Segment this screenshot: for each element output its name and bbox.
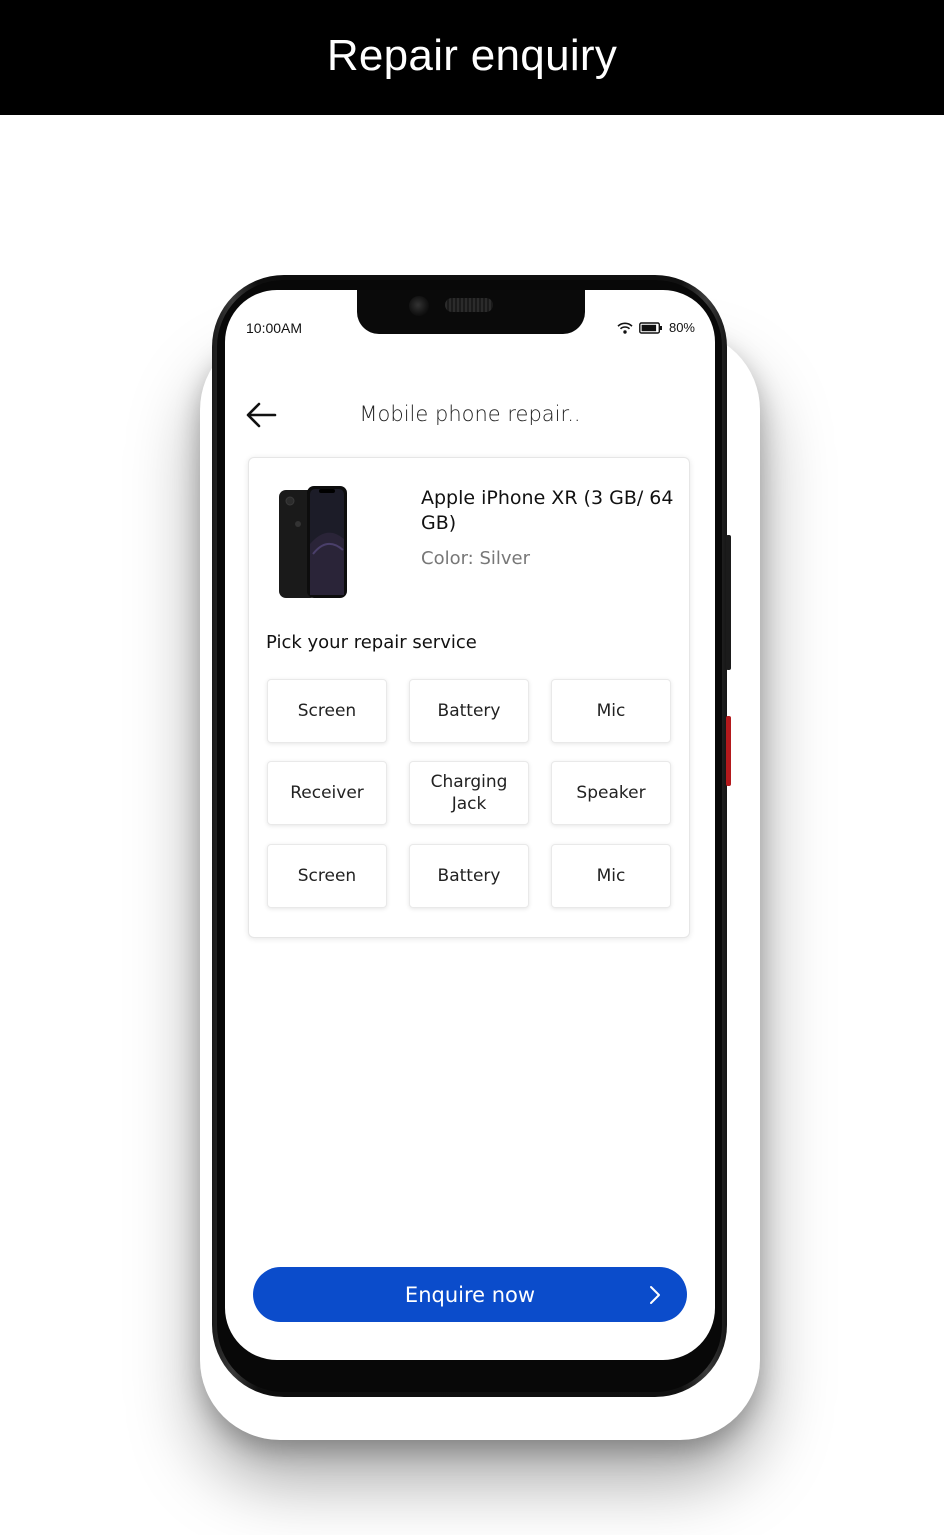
- product-name: Apple iPhone XR (3 GB/ 64 GB): [421, 487, 674, 534]
- enquire-now-button[interactable]: Enquire now: [253, 1267, 687, 1322]
- page-banner: Repair enquiry: [0, 0, 944, 115]
- service-option-mic[interactable]: Mic: [551, 679, 671, 743]
- phone-power-button: [726, 716, 731, 786]
- phone-screen: 10:00AM 80% Mobile phone repair.. Apple …: [225, 290, 715, 1360]
- camera-icon: [409, 296, 429, 316]
- service-option-battery[interactable]: Battery: [409, 679, 529, 743]
- phone-notch: [357, 290, 585, 334]
- product-card: Apple iPhone XR (3 GB/ 64 GB) Color: Sil…: [248, 457, 690, 938]
- status-indicators: 80%: [617, 320, 695, 335]
- service-option-charging-jack[interactable]: Charging Jack: [409, 761, 529, 825]
- status-time: 10:00AM: [246, 320, 303, 336]
- app-header: Mobile phone repair..: [225, 390, 715, 440]
- phone-volume-button: [726, 535, 731, 670]
- service-option-speaker[interactable]: Speaker: [551, 761, 671, 825]
- banner-title: Repair enquiry: [326, 30, 618, 80]
- enquire-now-label: Enquire now: [404, 1282, 536, 1307]
- earpiece-speaker: [445, 298, 493, 312]
- service-option-mic-2[interactable]: Mic: [551, 844, 671, 908]
- service-option-receiver[interactable]: Receiver: [267, 761, 387, 825]
- chevron-right-icon: [650, 1286, 660, 1304]
- repair-service-label: Pick your repair service: [266, 632, 477, 653]
- service-option-battery-2[interactable]: Battery: [409, 844, 529, 908]
- product-image: [279, 486, 347, 598]
- service-option-screen-2[interactable]: Screen: [267, 844, 387, 908]
- wifi-icon: [617, 322, 633, 334]
- service-option-screen[interactable]: Screen: [267, 679, 387, 743]
- product-color: Color: Silver: [421, 548, 531, 569]
- battery-percent: 80%: [668, 320, 695, 335]
- battery-icon: [639, 321, 662, 334]
- page-title: Mobile phone repair..: [359, 402, 581, 426]
